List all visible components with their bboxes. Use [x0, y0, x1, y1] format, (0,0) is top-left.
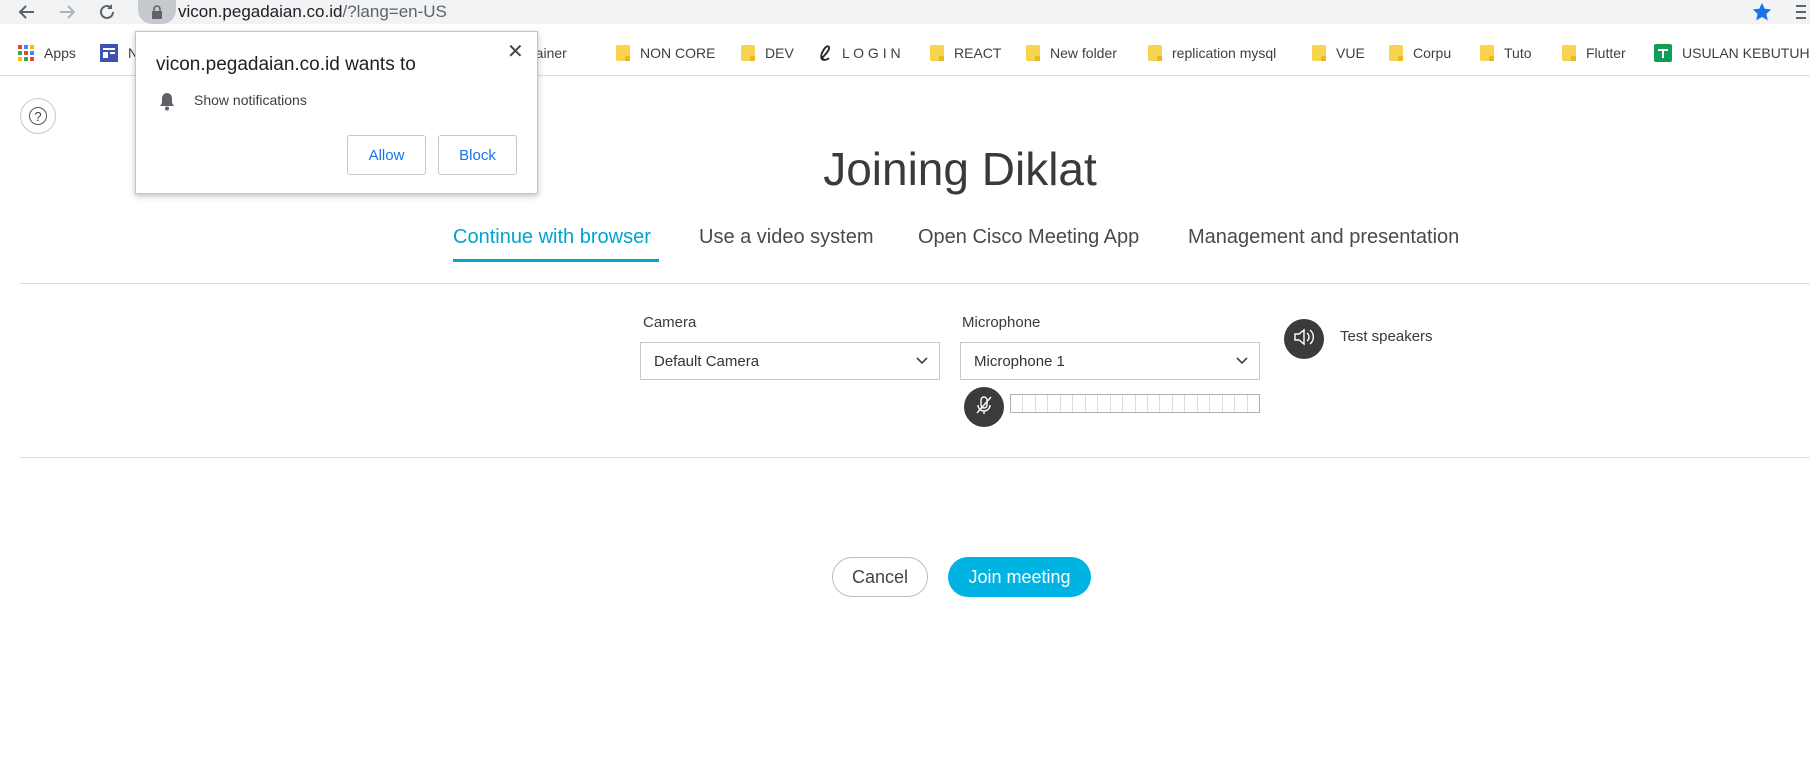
bookmark-n[interactable]: N	[100, 36, 138, 70]
cancel-button[interactable]: Cancel	[832, 557, 928, 597]
folder-icon	[1480, 45, 1494, 61]
tab-open-cisco-meeting-app[interactable]: Open Cisco Meeting App	[918, 226, 1139, 249]
bookmark-label: NON CORE	[640, 45, 716, 61]
bookmark-label: USULAN KEBUTUH...	[1682, 45, 1810, 61]
url-host: vicon.pegadaian.co.id	[178, 2, 343, 21]
bookmark-login[interactable]: L O G I N	[818, 36, 901, 70]
chevron-down-icon	[915, 354, 929, 372]
bookmark-tuto[interactable]: Tuto	[1480, 36, 1532, 70]
camera-select-value: Default Camera	[654, 352, 760, 370]
divider	[20, 283, 1810, 284]
bookmark-vue[interactable]: VUE	[1312, 36, 1365, 70]
folder-icon	[616, 45, 630, 61]
bookmark-star-icon[interactable]	[1751, 1, 1773, 28]
bookmark-label: New folder	[1050, 45, 1117, 61]
microphone-label: Microphone	[962, 314, 1041, 331]
bell-icon	[158, 91, 176, 116]
bookmark-new-folder[interactable]: New folder	[1026, 36, 1117, 70]
permission-description: Show notifications	[194, 92, 307, 108]
tab-management-and-presentation[interactable]: Management and presentation	[1188, 226, 1459, 249]
speaker-icon	[1292, 326, 1316, 353]
help-icon: ?	[29, 107, 47, 125]
script-l-icon	[818, 44, 832, 62]
bookmark-label: DEV	[765, 45, 794, 61]
test-speakers-button[interactable]	[1284, 319, 1324, 359]
folder-icon	[741, 45, 755, 61]
microphone-select[interactable]: Microphone 1	[960, 342, 1260, 380]
bookmark-label: Corpu	[1413, 45, 1452, 61]
reload-icon[interactable]	[96, 1, 118, 23]
folder-icon	[1148, 45, 1162, 61]
address-url[interactable]: vicon.pegadaian.co.id/?lang=en-US	[178, 1, 447, 23]
bookmark-label: Tuto	[1504, 45, 1532, 61]
folder-icon	[930, 45, 944, 61]
bookmark-label: L O G I N	[842, 45, 901, 61]
popup-title: vicon.pegadaian.co.id wants to	[156, 54, 416, 75]
divider	[20, 457, 1810, 458]
browser-menu-icon[interactable]	[1794, 3, 1806, 26]
bookmark-label: VUE	[1336, 45, 1365, 61]
camera-select[interactable]: Default Camera	[640, 342, 940, 380]
bookmark-flutter[interactable]: Flutter	[1562, 36, 1626, 70]
microphone-muted-icon	[973, 394, 995, 421]
tab-use-a-video-system[interactable]: Use a video system	[699, 226, 874, 249]
bookmark-label: Flutter	[1586, 45, 1626, 61]
test-speakers-label: Test speakers	[1340, 328, 1433, 345]
bookmark-replication-mysql[interactable]: replication mysql	[1148, 36, 1276, 70]
back-arrow-icon[interactable]	[16, 1, 38, 23]
bookmark-non-core[interactable]: NON CORE	[616, 36, 715, 70]
tab-continue-with-browser[interactable]: Continue with browser	[453, 226, 651, 249]
microphone-level-meter	[1010, 394, 1260, 413]
bookmark-dev[interactable]: DEV	[741, 36, 794, 70]
microphone-select-value: Microphone 1	[974, 352, 1065, 370]
lock-icon[interactable]	[138, 0, 176, 24]
help-button[interactable]: ?	[20, 98, 56, 134]
bookmark-label: REACT	[954, 45, 1002, 61]
bookmark-label: replication mysql	[1172, 45, 1277, 61]
chevron-down-icon	[1235, 354, 1249, 372]
bookmark-corpu[interactable]: Corpu	[1389, 36, 1451, 70]
bookmark-apps[interactable]: Apps	[18, 36, 76, 70]
join-options-tabs: Continue with browser Use a video system…	[0, 226, 1810, 266]
folder-icon	[1026, 45, 1040, 61]
notification-permission-popup: vicon.pegadaian.co.id wants to ✕ Show no…	[135, 31, 538, 194]
apps-grid-icon	[18, 45, 34, 61]
forward-arrow-icon[interactable]	[56, 1, 78, 23]
bookmark-label: Apps	[44, 45, 76, 61]
join-meeting-button[interactable]: Join meeting	[948, 557, 1091, 597]
allow-button[interactable]: Allow	[347, 135, 426, 175]
mute-microphone-button[interactable]	[964, 387, 1004, 427]
dashboard-icon	[100, 44, 118, 62]
url-path: /?lang=en-US	[342, 2, 447, 21]
bookmark-react[interactable]: REACT	[930, 36, 1001, 70]
sheets-icon	[1654, 44, 1672, 62]
browser-toolbar: vicon.pegadaian.co.id/?lang=en-US	[0, 0, 1810, 24]
close-icon[interactable]: ✕	[507, 42, 524, 62]
folder-icon	[1312, 45, 1326, 61]
folder-icon	[1562, 45, 1576, 61]
active-tab-indicator	[453, 259, 659, 262]
bookmark-usulan-kebutuhan[interactable]: USULAN KEBUTUH...	[1654, 36, 1810, 70]
block-button[interactable]: Block	[438, 135, 517, 175]
folder-icon	[1389, 45, 1403, 61]
camera-label: Camera	[643, 314, 697, 331]
